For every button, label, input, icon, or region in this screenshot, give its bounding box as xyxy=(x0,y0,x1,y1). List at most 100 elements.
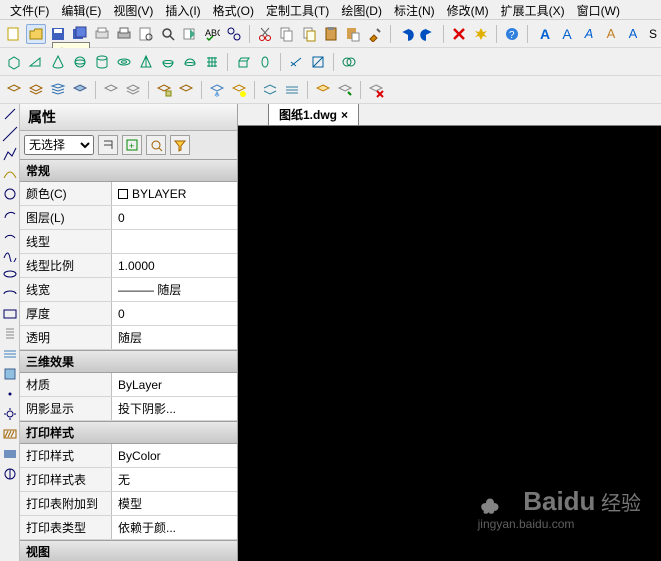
mesh-icon[interactable] xyxy=(202,52,222,72)
revolve-icon[interactable] xyxy=(255,52,275,72)
circle-icon[interactable] xyxy=(2,186,18,204)
selection-dropdown[interactable]: 无选择 xyxy=(24,135,94,155)
layeruniso-icon[interactable] xyxy=(282,80,302,100)
point-icon[interactable] xyxy=(2,386,18,404)
prop-value[interactable]: 依赖于颜... xyxy=(112,516,237,539)
print-icon[interactable] xyxy=(114,24,134,44)
menu-modify[interactable]: 修改(M) xyxy=(441,0,495,19)
new-file-icon[interactable] xyxy=(4,24,24,44)
polygon-icon[interactable] xyxy=(2,166,18,184)
textstyle-a2-icon[interactable]: A xyxy=(557,24,577,44)
menu-customtools[interactable]: 定制工具(T) xyxy=(260,0,335,19)
torus-icon[interactable] xyxy=(114,52,134,72)
box-icon[interactable] xyxy=(4,52,24,72)
redo-icon[interactable] xyxy=(418,24,438,44)
pasteblock-icon[interactable] xyxy=(343,24,363,44)
prop-value[interactable]: 1.0000 xyxy=(112,254,237,277)
gradient-icon[interactable] xyxy=(2,446,18,464)
cylinder-icon[interactable] xyxy=(92,52,112,72)
textstyle-a4-icon[interactable]: A xyxy=(601,24,621,44)
prop-value[interactable]: 0 xyxy=(112,206,237,229)
menu-file[interactable]: 文件(F) xyxy=(4,0,55,19)
menu-annotate[interactable]: 标注(N) xyxy=(388,0,441,19)
layermerge-icon[interactable] xyxy=(313,80,333,100)
quick-select-icon[interactable] xyxy=(146,135,166,155)
prop-category[interactable]: 三维效果 xyxy=(20,350,237,373)
layer6-icon[interactable] xyxy=(123,80,143,100)
textstyle-a3-icon[interactable]: A xyxy=(579,24,599,44)
section-icon[interactable] xyxy=(308,52,328,72)
menu-window[interactable]: 窗口(W) xyxy=(571,0,626,19)
close-tab-icon[interactable]: × xyxy=(341,108,348,122)
prop-value[interactable]: 随层 xyxy=(112,326,237,349)
prop-value[interactable]: ——— 随层 xyxy=(112,278,237,301)
dome-icon[interactable] xyxy=(180,52,200,72)
xline-icon[interactable] xyxy=(2,126,18,144)
wedge-icon[interactable] xyxy=(26,52,46,72)
textstyle-a1-icon[interactable]: A xyxy=(535,24,555,44)
spline-icon[interactable] xyxy=(2,246,18,264)
arc-icon[interactable] xyxy=(2,206,18,224)
filter-icon[interactable] xyxy=(170,135,190,155)
layer2-icon[interactable] xyxy=(26,80,46,100)
paste-icon[interactable] xyxy=(321,24,341,44)
tab-drawing1[interactable]: 图纸1.dwg × xyxy=(268,103,359,125)
slice-icon[interactable] xyxy=(286,52,306,72)
hatch-icon[interactable] xyxy=(2,426,18,444)
line-icon[interactable] xyxy=(2,106,18,124)
layerfreeze-icon[interactable] xyxy=(207,80,227,100)
layer1-icon[interactable] xyxy=(4,80,24,100)
ellipse-icon[interactable] xyxy=(2,266,18,284)
sphere-icon[interactable] xyxy=(70,52,90,72)
donut-icon[interactable] xyxy=(2,346,18,364)
sun-icon[interactable] xyxy=(2,406,18,424)
drawing-canvas[interactable]: Baidu 经验 jingyan.baidu.com xyxy=(238,126,661,561)
prop-value[interactable]: BYLAYER xyxy=(112,182,237,205)
layeriso-icon[interactable] xyxy=(260,80,280,100)
helix-icon[interactable] xyxy=(2,326,18,344)
prop-value[interactable]: ByColor xyxy=(112,444,237,467)
prop-value[interactable]: 0 xyxy=(112,302,237,325)
prop-category[interactable]: 常规 xyxy=(20,159,237,182)
prop-value[interactable] xyxy=(112,230,237,253)
menu-view[interactable]: 视图(V) xyxy=(107,0,159,19)
find-icon[interactable] xyxy=(224,24,244,44)
pyramid-icon[interactable] xyxy=(136,52,156,72)
polyline-icon[interactable] xyxy=(2,146,18,164)
textstyle-a5-icon[interactable]: A xyxy=(623,24,643,44)
menu-draw[interactable]: 绘图(D) xyxy=(335,0,388,19)
menu-insert[interactable]: 插入(I) xyxy=(159,0,206,19)
save-icon[interactable] xyxy=(48,24,68,44)
prop-value[interactable]: ByLayer xyxy=(112,373,237,396)
menu-edit[interactable]: 编辑(E) xyxy=(55,0,107,19)
cone-icon[interactable] xyxy=(48,52,68,72)
prop-value[interactable]: 模型 xyxy=(112,492,237,515)
publish-icon[interactable] xyxy=(180,24,200,44)
copy-icon[interactable] xyxy=(277,24,297,44)
revcloud-icon[interactable] xyxy=(2,226,18,244)
interfere-icon[interactable] xyxy=(339,52,359,72)
rectangle-icon[interactable] xyxy=(2,306,18,324)
layerunlock-icon[interactable] xyxy=(176,80,196,100)
printpreview-icon[interactable] xyxy=(136,24,156,44)
open-file-icon[interactable] xyxy=(26,24,46,44)
spellcheck-icon[interactable]: ABC xyxy=(202,24,222,44)
layer5-icon[interactable] xyxy=(101,80,121,100)
saveall-icon[interactable] xyxy=(70,24,90,44)
layerwalk-icon[interactable] xyxy=(335,80,355,100)
extrude-icon[interactable] xyxy=(233,52,253,72)
menu-extensions[interactable]: 扩展工具(X) xyxy=(495,0,571,19)
explode-icon[interactable] xyxy=(471,24,491,44)
layerlock-icon[interactable] xyxy=(154,80,174,100)
help-icon[interactable]: ? xyxy=(502,24,522,44)
layerthaw-icon[interactable] xyxy=(229,80,249,100)
menu-format[interactable]: 格式(O) xyxy=(207,0,260,19)
select-objects-icon[interactable]: + xyxy=(122,135,142,155)
delete-icon[interactable] xyxy=(449,24,469,44)
prop-value[interactable]: 投下阴影... xyxy=(112,397,237,420)
toggle-pim-icon[interactable] xyxy=(98,135,118,155)
block-icon[interactable] xyxy=(2,366,18,384)
layerdel-icon[interactable] xyxy=(366,80,386,100)
prop-value[interactable]: 无 xyxy=(112,468,237,491)
matchprop-icon[interactable] xyxy=(365,24,385,44)
